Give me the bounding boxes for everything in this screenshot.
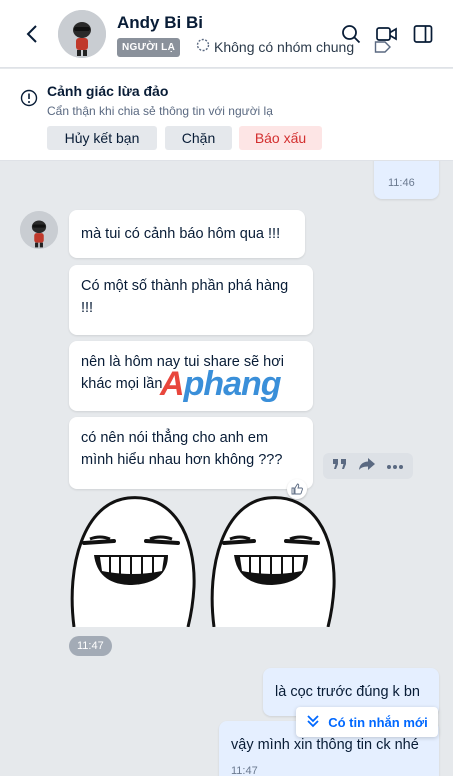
unfriend-button[interactable]: Hủy kết bạn: [47, 126, 157, 150]
message-time: 11:46: [388, 177, 415, 189]
forward-icon[interactable]: [358, 457, 376, 476]
incoming-message-bubble[interactable]: có nên nói thẳng cho anh em mình hiểu nh…: [69, 417, 313, 489]
warning-subtitle: Cẩn thận khi chia sẻ thông tin với người…: [47, 104, 273, 118]
message-time: 11:47: [69, 636, 112, 656]
scam-warning-banner: Cảnh giác lừa đảo Cẩn thận khi chia sẻ t…: [0, 69, 453, 161]
info-icon: [20, 89, 38, 112]
common-groups[interactable]: Không có nhóm chung: [196, 38, 354, 55]
block-button[interactable]: Chặn: [165, 126, 232, 150]
incoming-message-bubble[interactable]: mà tui có cảnh báo hôm qua !!!: [69, 210, 305, 258]
more-options-icon[interactable]: [386, 457, 404, 475]
label-tag-icon[interactable]: [374, 40, 392, 54]
back-arrow-icon[interactable]: [18, 20, 46, 48]
my-message-bubble[interactable]: 11:46: [374, 161, 439, 199]
watermark-logo: Aphang: [160, 365, 282, 403]
incoming-message-bubble[interactable]: Có một số thành phần phá hàng !!!: [69, 265, 313, 335]
new-messages-button[interactable]: Có tin nhắn mới: [296, 707, 438, 737]
search-icon[interactable]: [339, 22, 363, 46]
quote-reply-icon[interactable]: [332, 457, 348, 476]
message-text: vậy mình xin thông tin ck nhé: [231, 737, 419, 753]
new-messages-label: Có tin nhắn mới: [328, 714, 428, 730]
contact-name[interactable]: Andy Bi Bi: [117, 13, 203, 33]
double-chevron-down-icon: [306, 714, 320, 731]
message-actions-bar: [323, 453, 413, 479]
smirk-sticker[interactable]: [68, 495, 340, 628]
warning-title: Cảnh giác lừa đảo: [47, 83, 169, 99]
stranger-badge: NGƯỜI LẠ: [117, 38, 181, 57]
avatar[interactable]: [58, 10, 106, 58]
group-icon: [196, 38, 210, 55]
message-time: 11:47: [231, 765, 258, 776]
common-groups-label: Không có nhóm chung: [214, 38, 355, 55]
chat-header: Andy Bi Bi NGƯỜI LẠ Không có nhóm chung: [0, 0, 453, 68]
message-list[interactable]: 11:46 mà tui có cảnh báo hôm qua !!! Có …: [0, 161, 453, 776]
report-button[interactable]: Báo xấu: [239, 126, 322, 150]
sender-avatar[interactable]: [20, 211, 58, 249]
sidebar-toggle-icon[interactable]: [411, 22, 435, 46]
